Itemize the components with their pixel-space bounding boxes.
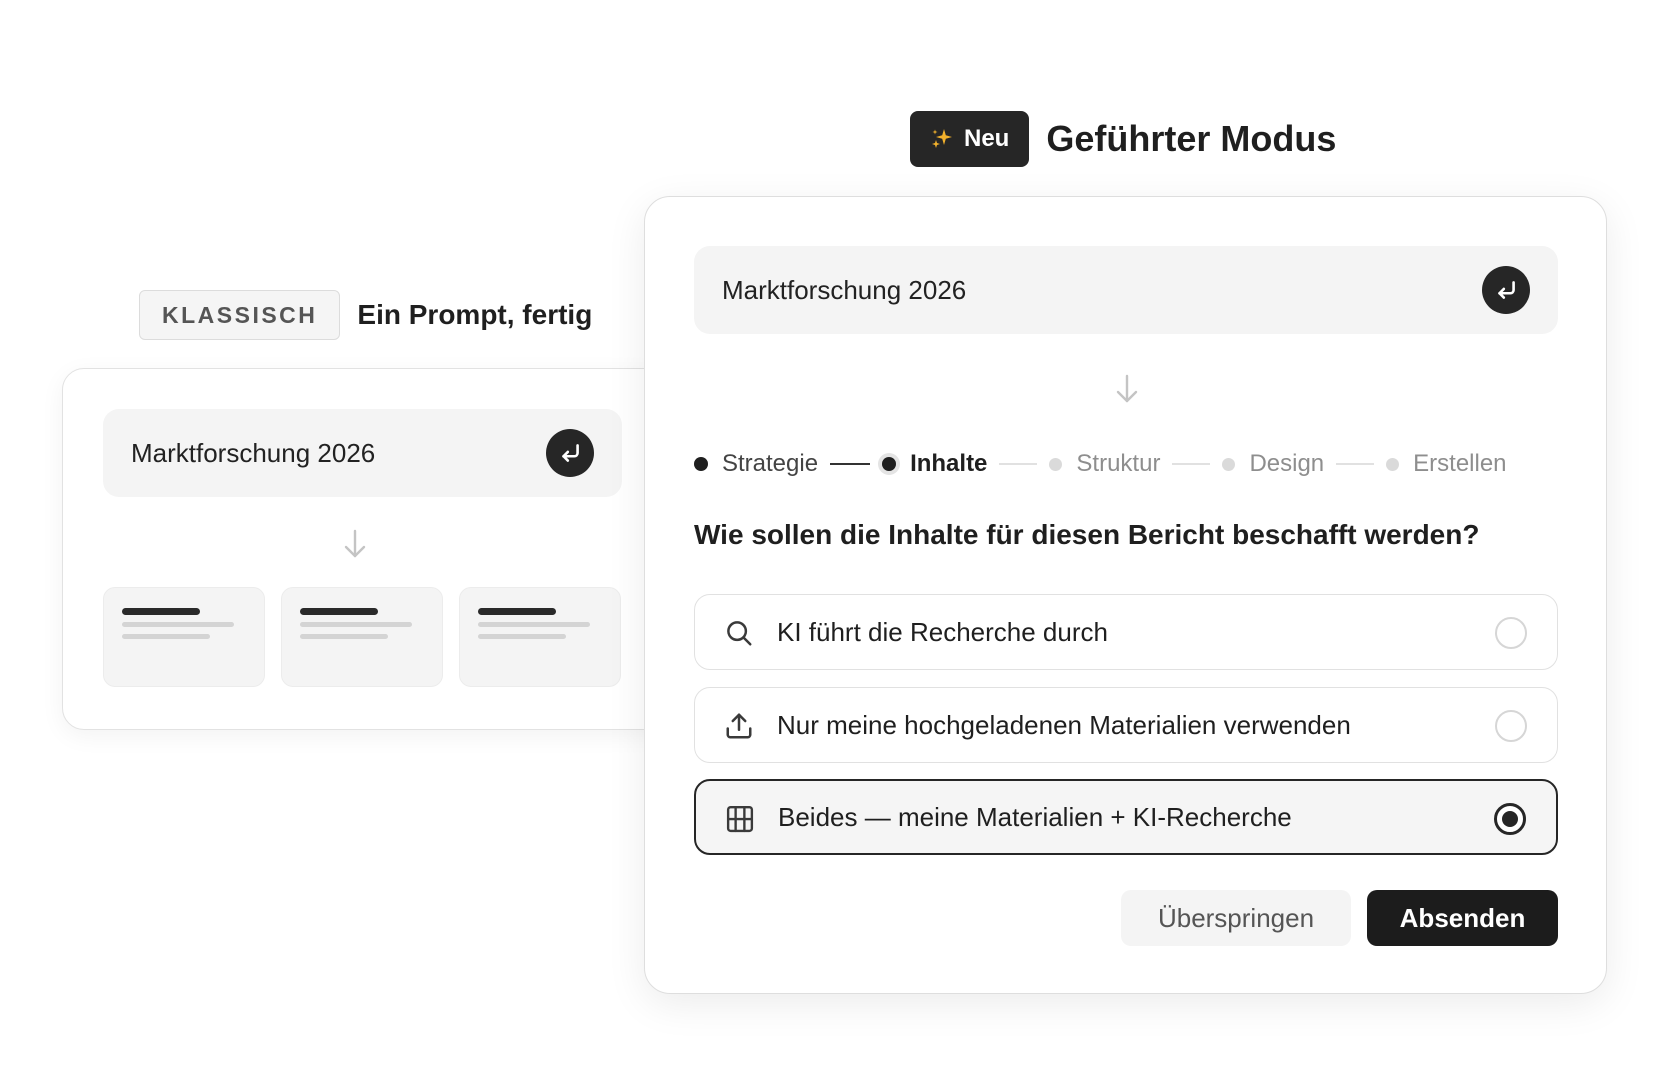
step-label: Erstellen xyxy=(1413,450,1507,477)
step-dot xyxy=(1386,457,1400,471)
step-label: Strategie xyxy=(722,450,819,477)
stepper: Strategie Inhalte Struktur Design Erstel… xyxy=(694,449,1507,479)
step-connector xyxy=(1172,463,1211,465)
guided-prompt-input[interactable]: Marktforschung 2026 xyxy=(694,246,1558,334)
step-design[interactable]: Design xyxy=(1222,450,1324,478)
arrow-down-icon xyxy=(344,529,366,558)
option-radio[interactable] xyxy=(1495,710,1527,742)
step-dot xyxy=(882,457,897,471)
step-inhalte[interactable]: Inhalte xyxy=(882,450,987,478)
option-ai-research[interactable]: KI führt die Recherche durch xyxy=(694,594,1558,670)
step-connector xyxy=(1336,463,1375,465)
classic-header: KLASSISCH Ein Prompt, fertig xyxy=(139,290,592,340)
enter-icon xyxy=(1498,281,1515,299)
guided-header: Neu Geführter Modus xyxy=(910,111,1336,167)
classic-prompt-value: Marktforschung 2026 xyxy=(131,437,376,468)
search-icon xyxy=(723,617,755,649)
classic-title: Ein Prompt, fertig xyxy=(357,299,593,330)
grid-icon xyxy=(724,803,756,835)
option-radio[interactable] xyxy=(1495,617,1527,649)
classic-prompt-input[interactable]: Marktforschung 2026 xyxy=(103,409,622,497)
question-text: Wie sollen die Inhalte für diesen Berich… xyxy=(694,519,1480,550)
option-label: Beides — meine Materialien + KI-Recherch… xyxy=(778,801,1292,832)
option-own-materials[interactable]: Nur meine hochgeladenen Materialien verw… xyxy=(694,687,1558,763)
preview-card xyxy=(281,587,443,687)
guided-prompt-value: Marktforschung 2026 xyxy=(722,274,967,305)
option-label: Nur meine hochgeladenen Materialien verw… xyxy=(777,709,1351,740)
new-badge-label: Neu xyxy=(964,125,1010,152)
guided-submit-prompt-button[interactable] xyxy=(1482,266,1530,314)
step-label: Inhalte xyxy=(910,450,988,477)
submit-button[interactable]: Absenden xyxy=(1367,890,1558,946)
arrow-down-icon xyxy=(1116,374,1138,403)
step-connector xyxy=(830,463,871,465)
preview-card xyxy=(459,587,621,687)
step-connector xyxy=(999,463,1038,465)
option-label: KI führt die Recherche durch xyxy=(777,616,1108,647)
classic-badge: KLASSISCH xyxy=(139,290,341,340)
step-strategie[interactable]: Strategie xyxy=(694,450,818,478)
upload-icon xyxy=(723,710,755,742)
preview-card xyxy=(103,587,265,687)
classic-submit-button[interactable] xyxy=(546,429,594,477)
step-dot xyxy=(694,457,708,471)
step-dot xyxy=(1049,457,1063,471)
guided-card: Marktforschung 2026 Strategie Inhalte St… xyxy=(644,196,1607,994)
option-both[interactable]: Beides — meine Materialien + KI-Recherch… xyxy=(694,779,1558,855)
classic-card: Marktforschung 2026 xyxy=(62,368,682,730)
skip-button[interactable]: Überspringen xyxy=(1121,890,1351,946)
guided-title: Geführter Modus xyxy=(1046,118,1337,159)
new-badge: Neu xyxy=(910,111,1030,167)
option-radio[interactable] xyxy=(1494,803,1526,835)
step-struktur[interactable]: Struktur xyxy=(1049,450,1160,478)
step-erstellen[interactable]: Erstellen xyxy=(1386,450,1507,478)
step-label: Struktur xyxy=(1076,450,1161,477)
enter-icon xyxy=(562,444,579,462)
sparkle-icon xyxy=(930,127,954,151)
step-label: Design xyxy=(1249,450,1325,477)
step-dot xyxy=(1222,457,1236,471)
